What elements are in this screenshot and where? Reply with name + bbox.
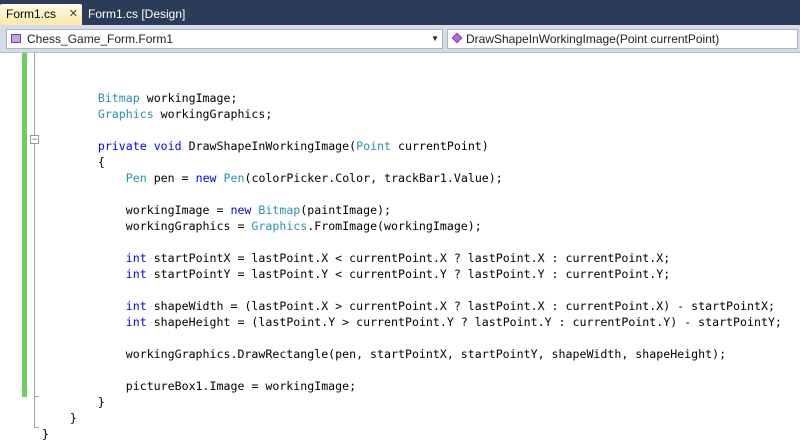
code-line[interactable]: } [42,394,105,410]
code-token: } [42,395,105,409]
type-token: Point [356,139,392,153]
navigation-bar: Chess_Game_Form.Form1 ▼ DrawShapeInWorki… [0,25,800,53]
code-token: DrawShapeInWorkingImage( [181,139,357,153]
code-token: workingImage; [139,91,238,105]
editor-gutter [0,53,22,447]
type-dropdown[interactable]: Chess_Game_Form.Form1 ▼ [6,29,443,49]
type-token: Bitmap [258,203,301,217]
code-line[interactable]: int shapeHeight = (lastPoint.Y > current… [42,314,782,330]
code-editor[interactable]: − Bitmap workingImage; Graphics workingG… [0,53,800,447]
outline-end [34,427,39,428]
change-tracking-bar [22,53,27,397]
keyword-token: new [195,171,217,185]
code-token: workingGraphics = [42,219,252,233]
tab-label: Form1.cs [6,7,57,21]
keyword-token: new [230,203,252,217]
type-token: Pen [223,171,245,185]
code-line[interactable]: workingGraphics.DrawRectangle(pen, start… [42,346,726,362]
tab-form1-cs[interactable]: Form1.cs ✕ [0,4,82,25]
type-token: Graphics [251,219,308,233]
document-tab-strip: Form1.cs ✕ Form1.cs [Design] [0,0,800,25]
type-dropdown-value: Chess_Game_Form.Form1 [27,32,174,46]
keyword-token: void [153,139,182,153]
code-token: shapeWidth = (lastPoint.X > currentPoint… [146,299,775,313]
code-line[interactable]: int shapeWidth = (lastPoint.X > currentP… [42,298,775,314]
code-token: (colorPicker.Color, trackBar1.Value); [244,171,503,185]
code-token: pictureBox1.Image = workingImage; [42,379,357,393]
code-token: shapeHeight = (lastPoint.Y > currentPoin… [146,315,782,329]
outline-end [34,396,39,397]
code-line[interactable]: workingGraphics = Graphics.FromImage(wor… [42,218,482,234]
code-token: } [42,411,77,425]
keyword-token: int [125,315,147,329]
code-line[interactable]: } [42,426,49,442]
member-dropdown[interactable]: DrawShapeInWorkingImage(Point currentPoi… [447,29,798,49]
code-line[interactable]: } [42,410,77,426]
code-token: { [42,155,105,169]
keyword-token: int [125,299,147,313]
keyword-token: int [125,251,147,265]
code-token: pen = [146,171,196,185]
code-line[interactable]: Graphics workingGraphics; [42,106,273,122]
type-token: Pen [125,171,147,185]
tab-form1-design[interactable]: Form1.cs [Design] [82,4,192,25]
keyword-token: private [97,139,147,153]
code-line[interactable]: private void DrawShapeInWorkingImage(Poi… [42,138,489,154]
code-token: workingGraphics; [153,107,273,121]
code-line[interactable]: { [42,154,105,170]
type-token: Graphics [97,107,154,121]
code-line[interactable]: int startPointX = lastPoint.X < currentP… [42,250,670,266]
code-token: (paintImage); [300,203,392,217]
code-line[interactable]: int startPointY = lastPoint.Y < currentP… [42,266,670,282]
code-line[interactable]: Pen pen = new Pen(colorPicker.Color, tra… [42,170,503,186]
member-dropdown-value: DrawShapeInWorkingImage(Point currentPoi… [466,32,720,46]
code-line[interactable]: workingImage = new Bitmap(paintImage); [42,202,391,218]
code-token: workingGraphics.DrawRectangle(pen, start… [42,347,727,361]
code-line[interactable]: Bitmap workingImage; [42,90,238,106]
collapse-toggle[interactable]: − [30,135,39,144]
code-token: startPointX = lastPoint.X < currentPoint… [146,251,671,265]
chevron-down-icon[interactable]: ▼ [431,30,439,48]
tab-label: Form1.cs [Design] [88,7,186,21]
code-token: startPointY = lastPoint.Y < currentPoint… [146,267,671,281]
code-token: workingImage = [42,203,231,217]
code-token: } [42,427,49,441]
keyword-token: int [125,267,147,281]
code-token: .FromImage(workingImage); [307,219,482,233]
outline-guide [34,53,35,427]
type-token: Bitmap [97,91,140,105]
close-icon[interactable]: ✕ [69,4,78,25]
code-line[interactable]: pictureBox1.Image = workingImage; [42,378,356,394]
method-icon [451,32,463,44]
code-token: currentPoint) [391,139,489,153]
class-icon [11,34,21,43]
